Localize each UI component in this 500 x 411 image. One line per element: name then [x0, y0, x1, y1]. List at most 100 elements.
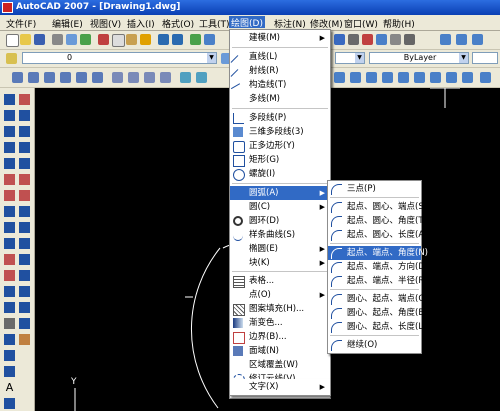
draw-menu-item-donut[interactable]: 圆环(D): [230, 214, 330, 228]
menu-draw[interactable]: 绘图(D): [229, 16, 265, 29]
pan-icon[interactable]: [190, 34, 201, 45]
menu-view[interactable]: 视图(V): [88, 17, 123, 30]
fillet-tool-icon[interactable]: [19, 318, 30, 329]
draw-menu-item-xline[interactable]: 构造线(T): [230, 78, 330, 98]
table-tool-icon[interactable]: [4, 366, 15, 377]
xline-tool-icon[interactable]: [4, 110, 15, 121]
draw-menu-item-modeling[interactable]: 建模(M) ▶: [230, 31, 330, 45]
view-iso4-icon[interactable]: [160, 72, 171, 83]
scale-tool-icon[interactable]: [19, 206, 30, 217]
calculator-icon[interactable]: [404, 34, 415, 45]
draw-menu-item-hatch[interactable]: 图案填充(H)...: [230, 302, 330, 316]
cut-icon[interactable]: [98, 34, 109, 45]
tool-palettes-icon[interactable]: [362, 34, 373, 45]
visual-style-icon[interactable]: [196, 72, 207, 83]
ellipse-tool-icon[interactable]: [4, 238, 15, 249]
draw-menu-item-mline[interactable]: 多线(M): [230, 92, 330, 106]
menu-edit[interactable]: 编辑(E): [50, 17, 85, 30]
circle-tool-icon[interactable]: [4, 190, 15, 201]
layer-select[interactable]: 0 ▼: [22, 52, 217, 64]
arc-item-start-center-angle[interactable]: 起点、圆心、角度(T): [328, 214, 427, 228]
paste-icon[interactable]: [126, 34, 137, 45]
zoom-center-icon[interactable]: [414, 72, 425, 83]
lineweight-select[interactable]: [472, 52, 498, 64]
chamfer-tool-icon[interactable]: [19, 302, 30, 313]
draw-menu-item-rectangle[interactable]: 矩形(G): [230, 153, 330, 167]
zoom-previous2-icon[interactable]: [462, 72, 473, 83]
print-icon[interactable]: [52, 34, 63, 45]
autocad-app-icon[interactable]: [2, 2, 13, 13]
stretch-tool-icon[interactable]: [19, 222, 30, 233]
properties-icon[interactable]: [334, 34, 345, 45]
mirror-tool-icon[interactable]: [19, 126, 30, 137]
view-iso2-icon[interactable]: [128, 72, 139, 83]
arc-item-continue[interactable]: 继续(O): [328, 338, 421, 352]
zoom-in-icon[interactable]: [334, 72, 345, 83]
publish-icon[interactable]: [80, 34, 91, 45]
view-front-icon[interactable]: [76, 72, 87, 83]
zoom-dynamic-icon[interactable]: [446, 72, 457, 83]
markup-icon[interactable]: [390, 34, 401, 45]
region-tool-icon[interactable]: [4, 350, 15, 361]
arc-item-start-end-direction[interactable]: 起点、端点、方向(D): [328, 260, 428, 274]
break-tool-icon[interactable]: [19, 270, 30, 281]
menu-file[interactable]: 文件(F): [4, 17, 38, 30]
draw-menu-item-wipeout[interactable]: 区域覆盖(W): [230, 358, 330, 372]
point-tool-icon[interactable]: [4, 302, 15, 313]
view-iso-icon[interactable]: [112, 72, 123, 83]
draw-menu-item-gradient[interactable]: 渐变色...: [230, 316, 330, 330]
line-tool-icon[interactable]: [4, 94, 15, 105]
zoom-all-icon[interactable]: [366, 72, 377, 83]
insert-block-tool-icon[interactable]: [4, 270, 15, 281]
join-tool-icon[interactable]: [19, 286, 30, 297]
draw-menu-item-3dpoly[interactable]: 三维多段线(3): [230, 125, 330, 139]
menu-help[interactable]: 帮助(H): [381, 17, 417, 30]
layer-manager-icon[interactable]: [6, 53, 17, 64]
extend-tool-icon[interactable]: [19, 254, 30, 265]
copy-tool-icon[interactable]: [19, 110, 30, 121]
trim-tool-icon[interactable]: [19, 238, 30, 249]
revcloud-tool-icon[interactable]: [4, 206, 15, 217]
draw-menu-item-arc[interactable]: 圆弧(A) ▶: [230, 186, 330, 200]
draw-menu-item-polygon[interactable]: 正多边形(Y): [230, 139, 330, 153]
draw-menu-item-table[interactable]: 表格...: [230, 274, 330, 288]
zoom-realtime-icon[interactable]: [204, 34, 215, 45]
design-center-icon[interactable]: [348, 34, 359, 45]
arc-tool-icon[interactable]: [4, 174, 15, 185]
rectangle-tool-icon[interactable]: [4, 158, 15, 169]
zoom-window2-icon[interactable]: [480, 72, 491, 83]
array-tool-icon[interactable]: [19, 158, 30, 169]
draw-menu-item-helix[interactable]: 螺旋(I): [230, 167, 330, 181]
sheet-set-icon[interactable]: [376, 34, 387, 45]
view-bottom-icon[interactable]: [28, 72, 39, 83]
draw-menu-item-ellipse[interactable]: 椭圆(E) ▶: [230, 242, 330, 256]
draw-menu-item-circle[interactable]: 圆(C) ▶: [230, 200, 330, 214]
arc-item-center-start-angle[interactable]: 圆心、起点、角度(E): [328, 306, 427, 320]
copy-icon[interactable]: [112, 34, 125, 47]
view-iso3-icon[interactable]: [144, 72, 155, 83]
zoom-extents-icon[interactable]: [382, 72, 393, 83]
save-icon[interactable]: [34, 34, 45, 45]
more-tools-icon[interactable]: [4, 398, 15, 409]
draw-menu-item-spline[interactable]: 样条曲线(S): [230, 228, 330, 242]
ellipse-arc-tool-icon[interactable]: [4, 254, 15, 265]
arc-item-start-center-length[interactable]: 起点、圆心、长度(A): [328, 228, 427, 242]
arc-item-center-start-end[interactable]: 圆心、起点、端点(C): [328, 292, 428, 306]
menu-insert[interactable]: 插入(I): [125, 17, 157, 30]
linetype-select[interactable]: ByLayer ▼: [369, 52, 469, 64]
arc-entity[interactable]: [190, 247, 221, 409]
help-icon[interactable]: [472, 34, 483, 45]
color-select[interactable]: ▼: [335, 52, 365, 64]
spline-tool-icon[interactable]: [4, 222, 15, 233]
erase-tool-icon[interactable]: [19, 94, 30, 105]
zoom-previous-icon[interactable]: [456, 34, 467, 45]
draw-menu-item-boundary[interactable]: 边界(B)...: [230, 330, 330, 344]
hatch-tool-icon[interactable]: [4, 318, 15, 329]
draw-menu-item-point[interactable]: 点(O) ▶: [230, 288, 330, 302]
menu-tools[interactable]: 工具(T): [197, 17, 232, 30]
pline-tool-icon[interactable]: [4, 126, 15, 137]
arc-item-start-center-end[interactable]: 起点、圆心、端点(S): [328, 200, 427, 214]
view-left-icon[interactable]: [44, 72, 55, 83]
draw-menu-item-block[interactable]: 块(K) ▶: [230, 256, 330, 270]
draw-menu-item-text[interactable]: 文字(X) ▶: [230, 380, 330, 394]
